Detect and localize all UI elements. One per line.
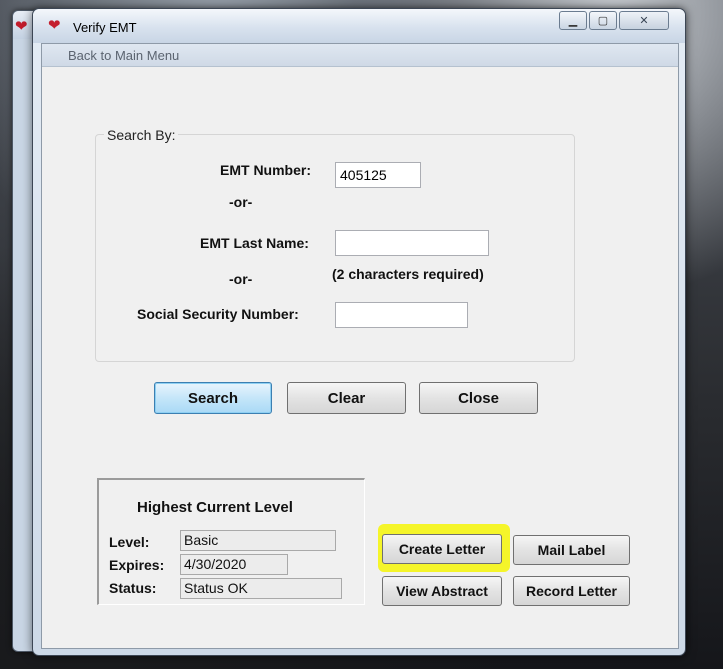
view-abstract-button[interactable]: View Abstract — [382, 576, 502, 606]
expires-value: 4/30/2020 — [180, 554, 288, 575]
maximize-icon: ▢ — [597, 15, 609, 27]
search-button[interactable]: Search — [154, 382, 272, 414]
level-group-title: Highest Current Level — [137, 499, 293, 516]
close-button[interactable]: Close — [419, 382, 538, 414]
level-label: Level: — [109, 534, 150, 550]
record-letter-button[interactable]: Record Letter — [513, 576, 630, 606]
status-value: Status OK — [180, 578, 342, 599]
emt-last-name-input[interactable] — [335, 230, 489, 256]
emt-number-label: EMT Number: — [220, 162, 311, 178]
verify-emt-window: ❤ Verify EMT ▁ ▢ ✕ Back to Main Menu Sea… — [32, 8, 686, 656]
window-title: Verify EMT — [73, 20, 137, 35]
menu-bar: Back to Main Menu — [42, 44, 678, 67]
last-name-hint: (2 characters required) — [332, 266, 484, 282]
clear-button[interactable]: Clear — [287, 382, 406, 414]
ssn-input[interactable] — [335, 302, 468, 328]
client-area: Back to Main Menu Search By: EMT Number:… — [41, 43, 679, 649]
search-by-title: Search By: — [104, 127, 179, 143]
or-separator-2: -or- — [229, 271, 253, 287]
status-label: Status: — [109, 580, 157, 596]
title-bar[interactable]: ❤ Verify EMT ▁ ▢ ✕ — [33, 9, 685, 43]
level-value: Basic — [180, 530, 336, 551]
or-separator-1: -or- — [229, 194, 253, 210]
ssn-label: Social Security Number: — [137, 306, 299, 322]
heart-icon: ❤ — [48, 17, 61, 34]
emt-number-input[interactable] — [335, 162, 421, 188]
maximize-button[interactable]: ▢ — [589, 11, 617, 30]
create-letter-button[interactable]: Create Letter — [382, 534, 502, 564]
close-icon: ✕ — [639, 15, 649, 27]
minimize-button[interactable]: ▁ — [559, 11, 587, 30]
expires-label: Expires: — [109, 557, 165, 573]
close-window-button[interactable]: ✕ — [619, 11, 669, 30]
minimize-icon: ▁ — [568, 15, 578, 27]
heart-icon: ❤ — [15, 18, 28, 35]
mail-label-button[interactable]: Mail Label — [513, 535, 630, 565]
menu-item-back-to-main-menu[interactable]: Back to Main Menu — [68, 48, 179, 63]
emt-last-name-label: EMT Last Name: — [200, 235, 309, 251]
